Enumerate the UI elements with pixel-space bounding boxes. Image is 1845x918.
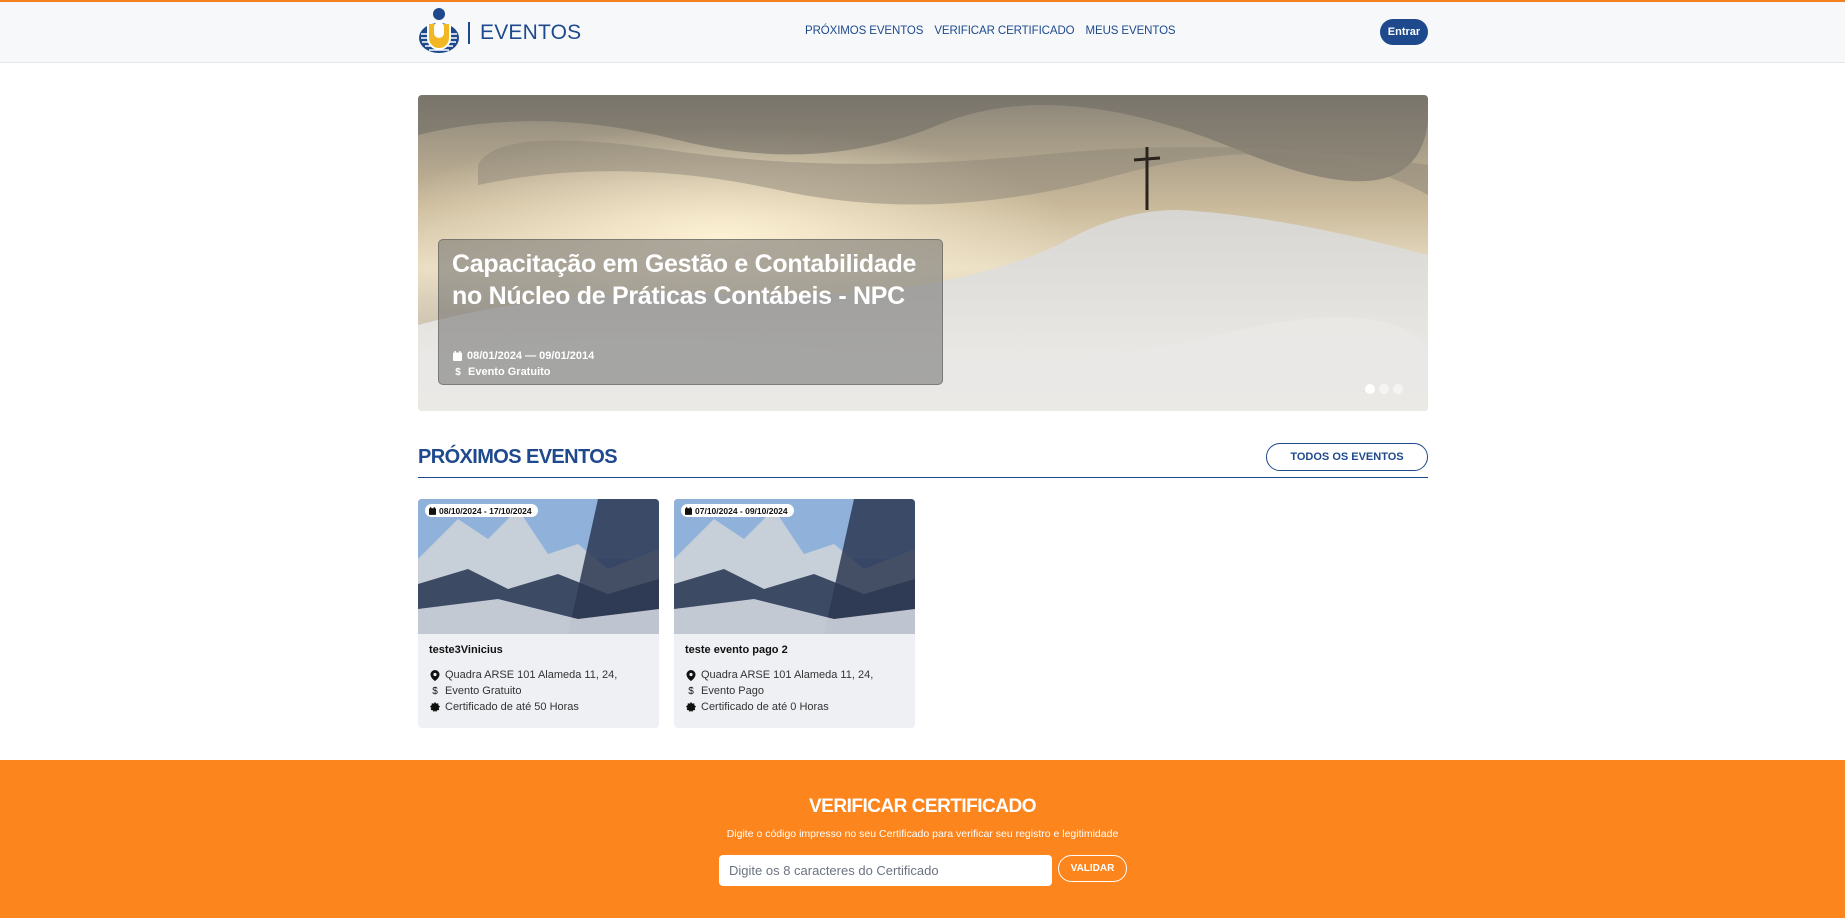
event-date: 08/10/2024 - 17/10/2024 (439, 505, 532, 516)
certificate-badge-icon (430, 702, 440, 712)
calendar-icon (685, 506, 692, 515)
verify-title: VERIFICAR CERTIFICADO (809, 796, 1037, 817)
hero-price-text: Evento Gratuito (468, 366, 551, 378)
dollar-icon: $ (688, 685, 694, 697)
dollar-icon: $ (455, 366, 461, 378)
map-pin-icon (686, 669, 696, 681)
hero-title[interactable]: Capacitação em Gestão e Contabilidade no… (452, 248, 922, 312)
event-certificate: Certificado de até 0 Horas (686, 701, 829, 713)
hero-caption[interactable]: Capacitação em Gestão e Contabilidade no… (438, 239, 943, 385)
dollar-icon: $ (432, 685, 438, 697)
hero-dates-text: 08/01/2024 — 09/01/2014 (467, 350, 595, 362)
event-thumbnail (418, 499, 659, 634)
calendar-icon (453, 351, 462, 361)
hero-dates: 08/01/2024 — 09/01/2014 (453, 350, 594, 362)
event-price-text: Evento Pago (701, 685, 764, 697)
event-address-text: Quadra ARSE 101 Alameda 11, 24, (445, 669, 618, 681)
event-title[interactable]: teste3Vinicius (429, 644, 503, 656)
carousel-indicators (1365, 384, 1403, 394)
section-title: PRÓXIMOS EVENTOS (418, 446, 618, 468)
brand-name: EVENTOS (480, 21, 582, 44)
login-button[interactable]: Entrar (1380, 19, 1428, 45)
main-nav: PRÓXIMOS EVENTOS VERIFICAR CERTIFICADO M… (805, 25, 1176, 37)
site-header: EVENTOS PRÓXIMOS EVENTOS VERIFICAR CERTI… (0, 2, 1845, 63)
event-date-badge: 08/10/2024 - 17/10/2024 (425, 504, 538, 517)
event-card[interactable]: 07/10/2024 - 09/10/2024 teste evento pag… (674, 499, 915, 728)
carousel-dot-1[interactable] (1365, 384, 1375, 394)
all-events-button[interactable]: TODOS OS EVENTOS (1266, 443, 1428, 471)
carousel-dot-2[interactable] (1379, 384, 1389, 394)
event-certificate: Certificado de até 50 Horas (430, 701, 579, 713)
validate-button[interactable]: VALIDAR (1058, 855, 1127, 882)
brand-separator (468, 22, 470, 44)
hero-price: $ Evento Gratuito (453, 366, 551, 378)
carousel-dot-3[interactable] (1393, 384, 1403, 394)
event-address: Quadra ARSE 101 Alameda 11, 24, (686, 669, 873, 681)
event-address: Quadra ARSE 101 Alameda 11, 24, (430, 669, 617, 681)
event-date: 07/10/2024 - 09/10/2024 (695, 505, 788, 516)
nav-verificar-certificado[interactable]: VERIFICAR CERTIFICADO (934, 25, 1074, 37)
event-price: $ Evento Gratuito (430, 685, 521, 697)
event-title[interactable]: teste evento pago 2 (685, 644, 788, 656)
hero-carousel[interactable]: Capacitação em Gestão e Contabilidade no… (418, 95, 1428, 411)
certificate-badge-icon (686, 702, 696, 712)
nav-proximos-eventos[interactable]: PRÓXIMOS EVENTOS (805, 25, 923, 37)
verify-certificate-section: VERIFICAR CERTIFICADO Digite o código im… (0, 760, 1845, 918)
section-divider (418, 477, 1428, 478)
map-pin-icon (430, 669, 440, 681)
event-price-text: Evento Gratuito (445, 685, 522, 697)
calendar-icon (429, 506, 436, 515)
event-card[interactable]: 08/10/2024 - 17/10/2024 teste3Vinicius Q… (418, 499, 659, 728)
event-date-badge: 07/10/2024 - 09/10/2024 (681, 504, 794, 517)
nav-meus-eventos[interactable]: MEUS EVENTOS (1086, 25, 1176, 37)
verify-subtitle: Digite o código impresso no seu Certific… (726, 828, 1119, 840)
event-thumbnail (674, 499, 915, 634)
event-certificate-text: Certificado de até 50 Horas (445, 701, 579, 713)
event-address-text: Quadra ARSE 101 Alameda 11, 24, (701, 669, 874, 681)
university-logo[interactable] (418, 6, 460, 54)
event-price: $ Evento Pago (686, 685, 764, 697)
event-certificate-text: Certificado de até 0 Horas (701, 701, 829, 713)
certificate-code-input[interactable] (719, 855, 1052, 886)
